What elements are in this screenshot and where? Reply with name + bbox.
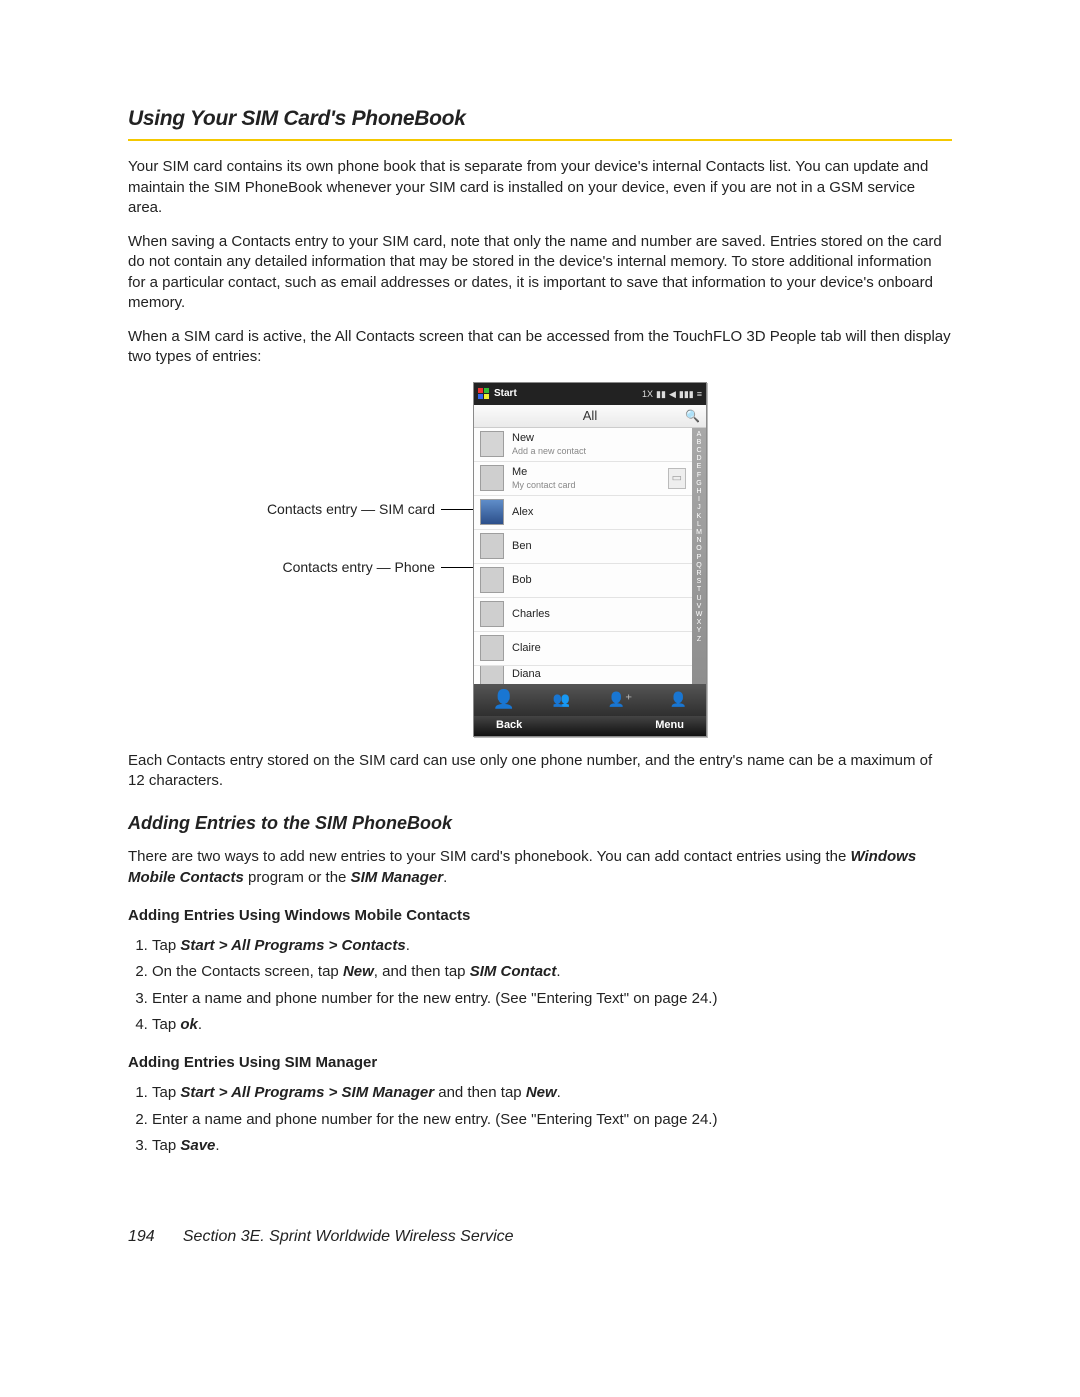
my-card-icon[interactable]: ▭ [668, 468, 686, 489]
contact-text: Bob [512, 573, 532, 588]
windows-logo-icon [478, 388, 490, 400]
softkey-back[interactable]: Back [496, 718, 522, 733]
section-title: Using Your SIM Card's PhoneBook [128, 105, 952, 133]
callout-leader-line [441, 567, 473, 568]
avatar-icon [480, 567, 504, 593]
steps-wmc: Tap Start > All Programs > Contacts. On … [128, 936, 952, 1035]
avatar-icon [480, 533, 504, 559]
contact-text: Claire [512, 641, 541, 656]
step-item: Tap ok. [152, 1015, 952, 1035]
step-item: Tap Start > All Programs > Contacts. [152, 936, 952, 956]
volume-icon: ◀ [669, 388, 676, 400]
search-icon[interactable]: 🔍 [685, 408, 700, 424]
figure-container: Contacts entry — SIM card Contacts entry… [258, 382, 952, 737]
pivot-label: All [583, 407, 597, 425]
contact-row[interactable]: Ben [474, 530, 692, 564]
procedure-head-sim: Adding Entries Using SIM Manager [128, 1053, 952, 1073]
phone-titlebar[interactable]: Start 1X ▮▮ ◀ ▮▮▮ ≡ [474, 383, 706, 405]
battery-icon: ▮▮▮ [679, 388, 694, 400]
phone-screenshot: Start 1X ▮▮ ◀ ▮▮▮ ≡ All 🔍 NewAdd a new c… [473, 382, 707, 737]
contact-row[interactable]: MeMy contact card ▭ [474, 462, 692, 496]
people-group-icon[interactable]: 👥 [553, 690, 570, 709]
contact-row[interactable]: Alex [474, 496, 692, 530]
step-item: Tap Save. [152, 1136, 952, 1156]
soft-key-bar: Back Menu [474, 716, 706, 736]
steps-sim: Tap Start > All Programs > SIM Manager a… [128, 1083, 952, 1156]
subsection-title: Adding Entries to the SIM PhoneBook [128, 811, 952, 835]
step-item: On the Contacts screen, tap New, and the… [152, 962, 952, 982]
callouts-column: Contacts entry — SIM card Contacts entry… [258, 382, 473, 583]
contact-row[interactable]: Charles [474, 598, 692, 632]
step-item: Enter a name and phone number for the ne… [152, 1110, 952, 1130]
pivot-header[interactable]: All 🔍 [474, 405, 706, 428]
callout-phone: Contacts entry — Phone [282, 558, 435, 577]
avatar-icon [480, 601, 504, 627]
yellow-rule [128, 139, 952, 141]
people-extras-icon[interactable]: 👤⁺ [608, 690, 633, 709]
contact-text: MeMy contact card [512, 465, 576, 492]
softkey-menu[interactable]: Menu [655, 718, 684, 733]
avatar-icon [480, 635, 504, 661]
contact-row[interactable]: Bob [474, 564, 692, 598]
tab-bar[interactable]: 👤 👥 👤⁺ 👤 [474, 684, 706, 716]
callout-leader-line [441, 509, 473, 510]
step-item: Enter a name and phone number for the ne… [152, 989, 952, 1009]
network-1x-icon: 1X [642, 388, 653, 400]
sim-card-icon [480, 499, 504, 525]
az-scroll-index[interactable]: ABCDEFGHIJKLMNOPQRSTUVWXYZ [692, 428, 706, 684]
signal-icon: ▮▮ [656, 388, 666, 400]
start-label: Start [494, 387, 517, 401]
callout-sim-card: Contacts entry — SIM card [267, 500, 435, 519]
status-icons: 1X ▮▮ ◀ ▮▮▮ ≡ [642, 388, 702, 400]
avatar-icon [480, 465, 504, 491]
contact-text: Ben [512, 539, 532, 554]
menu-icon: ≡ [697, 388, 702, 400]
contact-row[interactable]: Claire [474, 632, 692, 666]
contacts-list[interactable]: NewAdd a new contact MeMy contact card ▭ Al… [474, 428, 692, 684]
paragraph-limits: Each Contacts entry stored on the SIM ca… [128, 751, 952, 792]
contact-text: Diana [512, 667, 541, 682]
page-footer: 194 Section 3E. Sprint Worldwide Wireles… [128, 1226, 952, 1248]
people-tab-active-icon[interactable]: 👤 [493, 687, 515, 711]
contact-row[interactable]: Diana [474, 666, 692, 684]
contact-text: NewAdd a new contact [512, 431, 586, 458]
paragraph-two-ways: There are two ways to add new entries to… [128, 847, 952, 888]
add-contact-icon [480, 431, 504, 457]
contact-text: Alex [512, 505, 533, 520]
page-number: 194 [128, 1228, 155, 1245]
contact-row[interactable]: NewAdd a new contact [474, 428, 692, 462]
paragraph-intro: Your SIM card contains its own phone boo… [128, 157, 952, 218]
paragraph-saving: When saving a Contacts entry to your SIM… [128, 232, 952, 313]
people-misc-icon[interactable]: 👤 [670, 690, 687, 709]
step-item: Tap Start > All Programs > SIM Manager a… [152, 1083, 952, 1103]
procedure-head-wmc: Adding Entries Using Windows Mobile Cont… [128, 906, 952, 926]
section-label: Section 3E. Sprint Worldwide Wireless Se… [183, 1228, 514, 1245]
contact-text: Charles [512, 607, 550, 622]
paragraph-active-sim: When a SIM card is active, the All Conta… [128, 327, 952, 368]
avatar-icon [480, 666, 504, 684]
